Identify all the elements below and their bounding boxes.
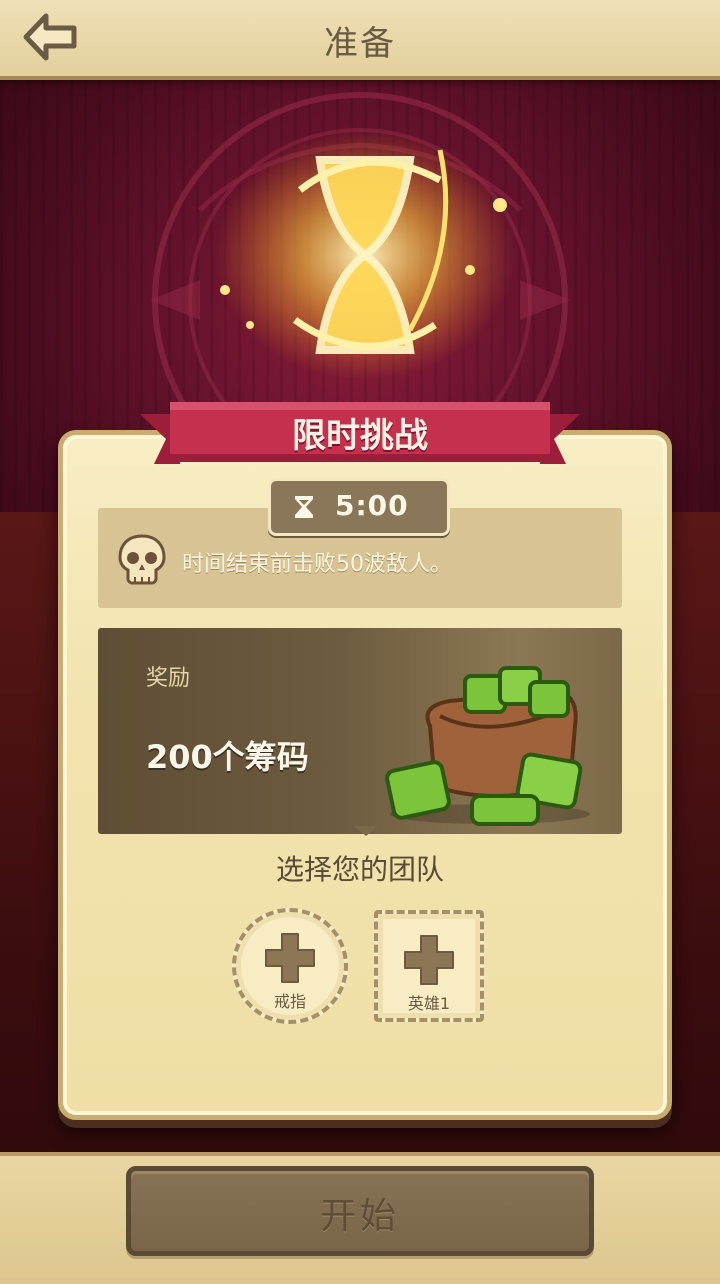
start-button[interactable]: 开始: [126, 1166, 594, 1256]
challenge-title: 限时挑战: [292, 416, 428, 456]
hero1-slot-label: 英雄1: [407, 994, 451, 1013]
reward-panel: 奖励 200个筹码: [98, 628, 622, 834]
plus-icon: [404, 935, 454, 985]
ring-slot[interactable]: 戒指: [232, 908, 348, 1024]
objective-text: 时间结束前击败50波敌人。: [182, 552, 452, 577]
gem-bag-icon: [385, 666, 590, 826]
glowing-hourglass-icon: [215, 130, 515, 380]
hourglass-icon: [295, 496, 313, 518]
ring-slot-label: 戒指: [273, 992, 306, 1011]
timer-badge: 5:00: [268, 478, 450, 536]
timer-value: 5:00: [335, 489, 409, 522]
start-button-label: 开始: [319, 1196, 400, 1237]
skull-icon: [118, 534, 166, 585]
hero1-slot[interactable]: 英雄1: [374, 910, 484, 1022]
panel-notch: [354, 826, 378, 836]
top-bar: 准备: [0, 0, 720, 80]
reward-label: 奖励: [146, 666, 191, 691]
page-title: 准备: [324, 24, 396, 64]
plus-icon: [265, 933, 315, 983]
team-title: 选择您的团队: [275, 853, 444, 886]
reward-value: 200个筹码: [146, 738, 309, 776]
